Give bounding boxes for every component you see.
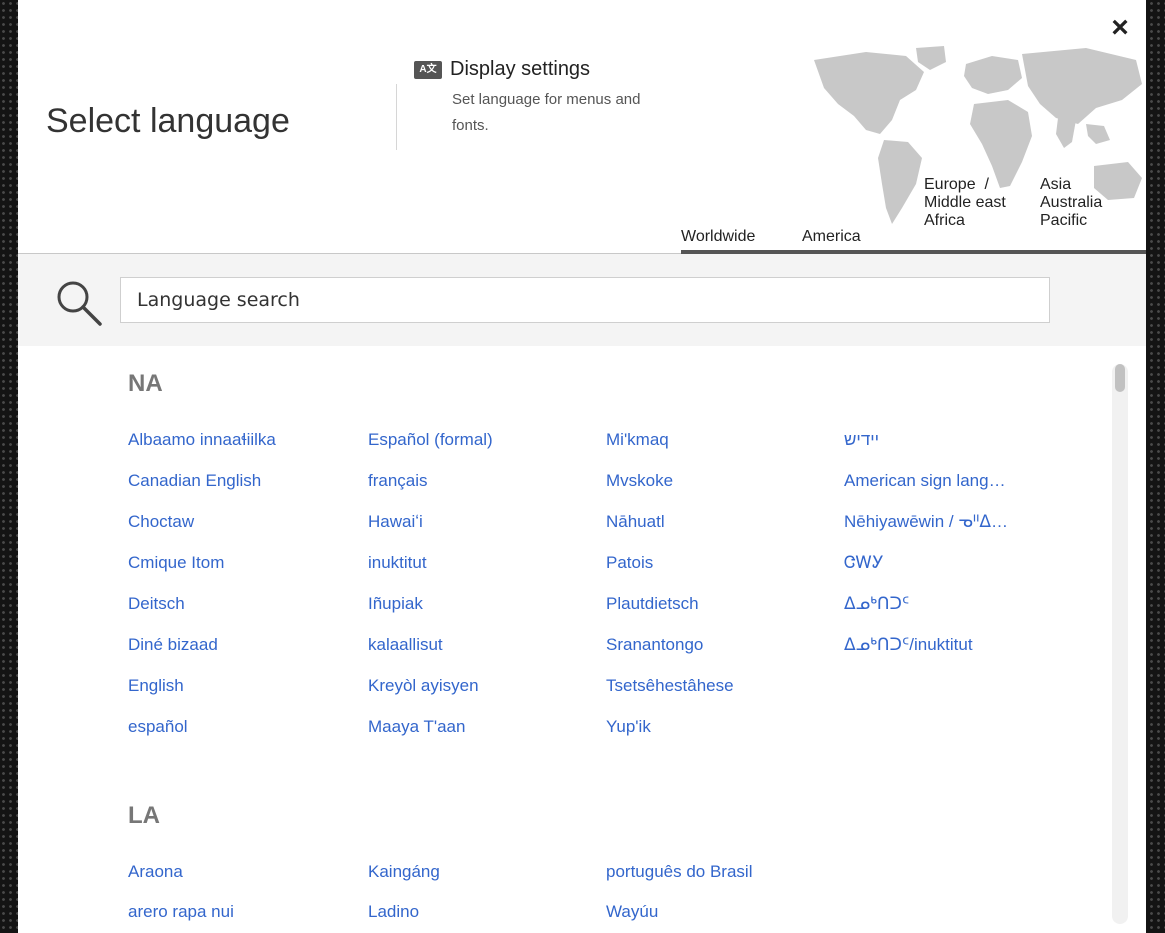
language-link[interactable]: español [128, 717, 188, 737]
scrollbar[interactable] [1112, 364, 1128, 924]
region-tab-worldwide[interactable]: Worldwide [681, 228, 755, 246]
language-link[interactable]: português do Brasil [606, 862, 752, 882]
language-link[interactable]: Patois [606, 553, 653, 573]
section-title-la: LA [128, 802, 160, 829]
language-link[interactable]: Araona [128, 862, 183, 882]
language-link[interactable]: Tsetsêhestâhese [606, 676, 734, 696]
language-link[interactable]: Canadian English [128, 471, 261, 491]
language-link[interactable]: Yup'ik [606, 717, 651, 737]
language-link[interactable]: Cmique Itom [128, 553, 224, 573]
language-link[interactable]: Nāhuatl [606, 512, 665, 532]
language-link[interactable]: Sranantongo [606, 635, 703, 655]
language-link[interactable]: ᐃᓄᒃᑎᑐᑦ/inuktitut [844, 635, 973, 655]
language-link[interactable]: Choctaw [128, 512, 194, 532]
language-link[interactable]: Kreyòl ayisyen [368, 676, 479, 696]
language-link[interactable]: inuktitut [368, 553, 427, 573]
display-settings-description: Set language for menus and fonts. [452, 91, 641, 134]
header-divider [396, 84, 397, 150]
dialog-title: Select language [46, 102, 290, 140]
language-link[interactable]: ᏣᎳᎩ [844, 553, 884, 573]
language-link[interactable]: kalaallisut [368, 635, 443, 655]
search-icon [57, 281, 102, 326]
region-tab-europe-middle-east-africa[interactable]: Europe / Middle east Africa [924, 176, 1006, 230]
language-link[interactable]: ᐃᓄᒃᑎᑐᑦ [844, 594, 909, 614]
display-settings-link[interactable]: A文 Display settings Set language for menu… [414, 58, 674, 139]
scrollbar-thumb[interactable] [1115, 364, 1125, 392]
section-title-na: NA [128, 370, 163, 397]
region-tab-asia-australia-pacific[interactable]: Asia Australia Pacific [1040, 176, 1102, 230]
language-link[interactable]: Deitsch [128, 594, 185, 614]
language-list: NA Albaamo innaaɬiilka Canadian English … [18, 346, 1146, 933]
language-link[interactable]: יידיש [844, 430, 879, 450]
language-link[interactable]: français [368, 471, 428, 491]
language-link[interactable]: Kaingáng [368, 862, 440, 882]
language-link[interactable]: arero rapa nui [128, 902, 234, 922]
language-link[interactable]: American sign lang… [844, 471, 1006, 491]
display-settings-title: Display settings [450, 58, 591, 80]
language-link[interactable]: Iñupiak [368, 594, 423, 614]
language-link[interactable]: Wayúu [606, 902, 658, 922]
language-link[interactable]: Diné bizaad [128, 635, 218, 655]
language-selector-dialog: × Select language A文 Display settings Set… [18, 0, 1146, 933]
language-link[interactable]: English [128, 676, 184, 696]
region-tab-america[interactable]: America [802, 228, 861, 246]
language-search-input[interactable] [120, 277, 1050, 323]
language-link[interactable]: Hawaiʻi [368, 512, 423, 532]
language-link[interactable]: Plautdietsch [606, 594, 699, 614]
language-link[interactable]: Mi'kmaq [606, 430, 669, 450]
language-link[interactable]: Mvskoke [606, 471, 673, 491]
language-link[interactable]: Español (formal) [368, 430, 493, 450]
language-link[interactable]: Nēhiyawēwin / ᓀᐦᐃ… [844, 512, 1008, 532]
language-link[interactable]: Maaya T'aan [368, 717, 465, 737]
language-link[interactable]: Ladino [368, 902, 419, 922]
text-icon: A文 [414, 60, 442, 79]
language-link[interactable]: Albaamo innaaɬiilka [128, 430, 276, 450]
